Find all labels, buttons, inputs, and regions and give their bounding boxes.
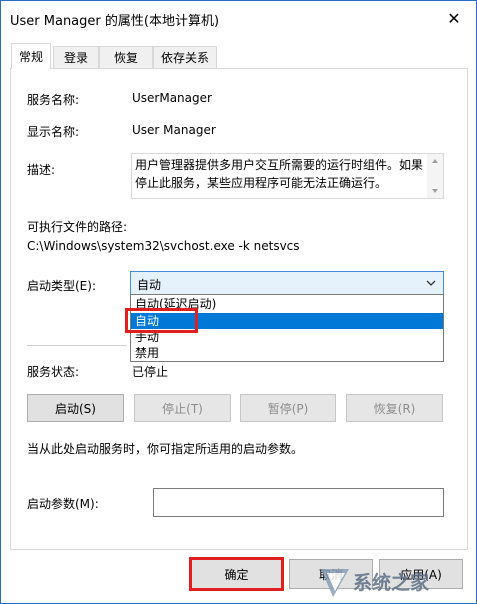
path-label: 可执行文件的路径: (27, 220, 128, 234)
service-name-value: UserManager (132, 91, 212, 105)
highlight-ok-button (189, 557, 284, 591)
chevron-down-icon[interactable] (425, 275, 437, 294)
separator (27, 345, 127, 346)
tab-recovery[interactable]: 恢复 (99, 46, 153, 68)
scroll-arrows (432, 159, 438, 193)
highlight-auto-option (125, 308, 198, 333)
close-icon[interactable]: ✕ (432, 1, 476, 35)
logo-icon (321, 569, 349, 597)
startup-type-select[interactable]: 自动 (130, 271, 444, 295)
title-bar: User Manager 的属性(本地计算机) ✕ (1, 1, 476, 37)
tab-dependencies[interactable]: 依存关系 (153, 46, 217, 68)
scroll-up-icon[interactable] (432, 159, 438, 163)
window-title: User Manager 的属性(本地计算机) (10, 14, 220, 29)
service-status-value: 已停止 (132, 365, 169, 379)
description-text: 用户管理器提供多用户交互所需要的运行时组件。如果停止此服务，某些应用程序可能无法… (135, 158, 424, 190)
watermark-text: 系统之家 (353, 571, 430, 594)
properties-dialog: User Manager 的属性(本地计算机) ✕ 常规 登录 恢复 依存关系 … (0, 0, 477, 604)
watermark-logo: 系统之家 (313, 561, 475, 601)
display-name-value: User Manager (132, 123, 216, 137)
tab-general[interactable]: 常规 (11, 43, 51, 69)
start-params-input[interactable] (153, 488, 444, 517)
description-box[interactable]: 用户管理器提供多用户交互所需要的运行时组件。如果停止此服务，某些应用程序可能无法… (131, 153, 444, 199)
start-params-label: 启动参数(M): (27, 497, 99, 511)
pause-button[interactable]: 暂停(P) (240, 394, 336, 422)
service-status-label: 服务状态: (27, 365, 80, 379)
tab-logon[interactable]: 登录 (53, 46, 99, 68)
description-scrollbar[interactable] (427, 154, 443, 198)
start-button[interactable]: 启动(S) (27, 394, 124, 422)
scroll-down-icon[interactable] (432, 189, 438, 193)
startup-type-value: 自动 (137, 278, 162, 292)
start-params-hint: 当从此处启动服务时，你可指定所适用的启动参数。 (27, 442, 304, 456)
option-disabled[interactable]: 禁用 (131, 345, 443, 361)
path-value: C:\Windows\system32\svchost.exe -k netsv… (27, 239, 300, 253)
stop-button[interactable]: 停止(T) (134, 394, 231, 422)
display-name-label: 显示名称: (27, 125, 80, 139)
startup-type-label: 启动类型(E): (27, 279, 96, 293)
resume-button[interactable]: 恢复(R) (346, 394, 443, 422)
service-name-label: 服务名称: (27, 93, 80, 107)
description-label: 描述: (27, 163, 56, 177)
